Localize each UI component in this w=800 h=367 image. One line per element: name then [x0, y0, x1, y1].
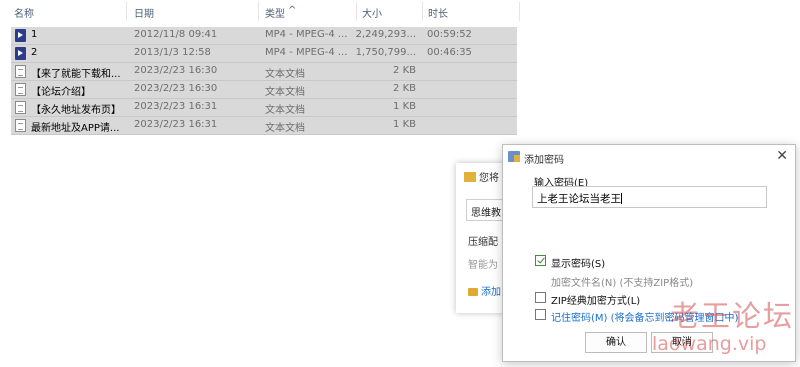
zip-legacy-label: ZIP经典加密方式(L) [551, 296, 641, 307]
file-type: 文本文档 [265, 87, 305, 98]
column-header-date[interactable]: 日期 [134, 5, 154, 20]
zip-legacy-checkbox[interactable] [535, 292, 546, 303]
file-name: 2 [31, 47, 38, 58]
text-file-icon [15, 119, 26, 132]
compress-config-label: 压缩配 [468, 237, 498, 248]
ok-button[interactable]: 确认 [585, 332, 647, 353]
text-file-icon [15, 83, 26, 96]
file-date: 2013/1/3 12:58 [134, 47, 211, 58]
file-type: MP4 - MPEG-4 ... [265, 47, 348, 58]
file-size: 2 KB [393, 65, 416, 76]
column-header-type[interactable]: 类型 [265, 5, 285, 20]
file-row[interactable]: 【永久地址发布页】 2023/2/23 16:31 文本文档 1 KB [11, 99, 517, 117]
text-file-icon [15, 65, 26, 78]
file-size: 1 KB [393, 119, 416, 130]
sort-ascending-icon: ^ [288, 5, 297, 16]
file-row[interactable]: 最新地址及APP请... 2023/2/23 16:31 文本文档 1 KB [11, 117, 517, 135]
column-divider[interactable] [356, 2, 357, 21]
column-divider[interactable] [422, 2, 423, 21]
file-duration: 00:59:52 [427, 29, 472, 40]
file-size: 2,249,293... [355, 29, 416, 40]
file-name: 【来了就能下载和... [31, 69, 121, 80]
close-icon[interactable]: ✕ [776, 148, 788, 164]
column-header-duration[interactable]: 时长 [428, 5, 448, 20]
file-name: 1 [31, 29, 38, 40]
file-row[interactable]: 【来了就能下载和... 2023/2/23 16:30 文本文档 2 KB [11, 63, 517, 81]
file-list: 1 2012/11/8 09:41 MP4 - MPEG-4 ... 2,249… [11, 27, 517, 135]
file-name: 【永久地址发布页】 [31, 105, 121, 116]
dialog-titlebar[interactable]: 添加密码 ✕ [503, 145, 795, 169]
lock-icon [468, 288, 478, 296]
video-file-icon [15, 29, 26, 42]
file-type: MP4 - MPEG-4 ... [265, 29, 348, 40]
video-file-icon [15, 47, 26, 60]
file-row[interactable]: 2 2013/1/3 12:58 MP4 - MPEG-4 ... 1,750,… [11, 45, 517, 63]
remember-password-checkbox[interactable] [535, 309, 546, 320]
file-name: 最新地址及APP请... [31, 123, 120, 134]
compress-dialog-title-text: 您将 [479, 173, 499, 184]
column-divider[interactable] [126, 2, 127, 21]
file-row[interactable]: 1 2012/11/8 09:41 MP4 - MPEG-4 ... 2,249… [11, 27, 517, 45]
smart-label: 智能为 [468, 260, 498, 271]
show-password-label: 显示密码(S) [551, 259, 606, 270]
file-size: 2 KB [393, 83, 416, 94]
file-type: 文本文档 [265, 105, 305, 116]
watermark-url: laowang.vip [652, 333, 767, 355]
archive-lock-icon [508, 151, 520, 162]
file-date: 2023/2/23 16:30 [134, 65, 218, 76]
file-row[interactable]: 【论坛介绍】 2023/2/23 16:30 文本文档 2 KB [11, 81, 517, 99]
password-input[interactable]: 上老王论坛当老王 [532, 186, 767, 208]
show-password-checkbox[interactable] [535, 255, 546, 266]
add-password-link-text: 添加 [481, 287, 501, 298]
file-date: 2023/2/23 16:30 [134, 83, 218, 94]
file-date: 2023/2/23 16:31 [134, 101, 218, 112]
column-header-size[interactable]: 大小 [362, 5, 382, 20]
watermark-text: 老王论坛 [670, 299, 795, 333]
dialog-title: 添加密码 [524, 155, 564, 166]
file-duration: 00:46:35 [427, 47, 472, 58]
file-name: 【论坛介绍】 [31, 87, 91, 98]
text-caret [621, 193, 622, 204]
column-header-bar: 名称 日期 ^ 类型 大小 时长 [0, 0, 520, 22]
encrypt-filenames-label: 加密文件名(N) (不支持ZIP格式) [551, 278, 694, 289]
file-date: 2023/2/23 16:31 [134, 119, 218, 130]
file-type: 文本文档 [265, 123, 305, 134]
add-password-link[interactable]: 添加 [468, 283, 501, 298]
file-size: 1 KB [393, 101, 416, 112]
archive-icon [464, 172, 476, 182]
password-input-value: 上老王论坛当老王 [537, 193, 621, 205]
column-divider[interactable] [519, 2, 520, 21]
file-date: 2012/11/8 09:41 [134, 29, 218, 40]
file-type: 文本文档 [265, 69, 305, 80]
compress-dialog-title: 您将 [464, 169, 499, 184]
text-file-icon [15, 101, 26, 114]
file-size: 1,750,799... [355, 47, 416, 58]
column-header-name[interactable]: 名称 [14, 5, 34, 20]
column-divider[interactable] [258, 2, 259, 21]
